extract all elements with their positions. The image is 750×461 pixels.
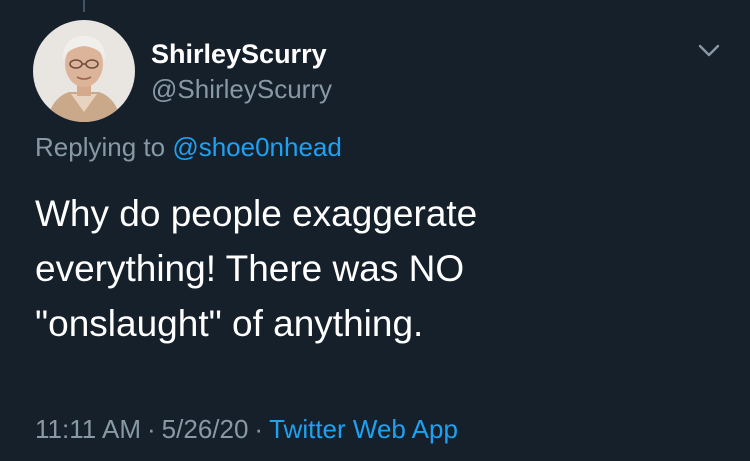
tweet-text-line: everything! There was NO	[35, 248, 465, 289]
meta-separator: ·	[147, 414, 156, 444]
replying-label: Replying to	[35, 132, 166, 162]
tweet-text-line: Why do people exaggerate	[35, 193, 478, 234]
tweet-meta: 11:11 AM · 5/26/20 · Twitter Web App	[35, 412, 458, 446]
reply-mention-link[interactable]: @shoe0nhead	[172, 132, 342, 162]
tweet-text: Why do people exaggerate everything! The…	[35, 186, 715, 351]
display-name[interactable]: ShirleyScurry	[151, 38, 332, 70]
tweet-source-link[interactable]: Twitter Web App	[269, 414, 458, 444]
chevron-down-icon[interactable]	[695, 40, 723, 60]
tweet-date[interactable]: 5/26/20	[162, 414, 249, 444]
meta-separator: ·	[254, 414, 264, 444]
thread-line	[83, 0, 85, 12]
tweet-time[interactable]: 11:11 AM	[35, 414, 141, 444]
author-block[interactable]: ShirleyScurry @ShirleyScurry	[151, 38, 332, 106]
user-handle[interactable]: @ShirleyScurry	[151, 72, 332, 106]
avatar[interactable]	[33, 20, 135, 122]
tweet-text-line: "onslaught" of anything.	[35, 303, 424, 344]
replying-to: Replying to @shoe0nhead	[35, 131, 342, 163]
